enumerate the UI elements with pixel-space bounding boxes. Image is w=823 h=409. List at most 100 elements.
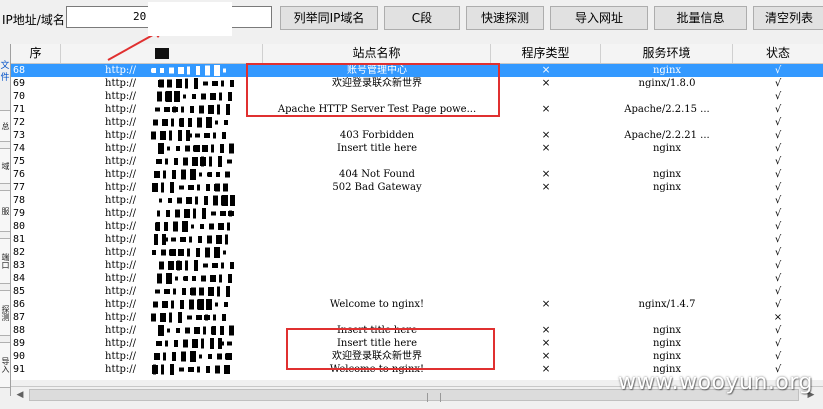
row-status: √ <box>774 65 782 76</box>
table-row[interactable]: 83 http://√ <box>11 259 823 272</box>
row-index: 83 <box>13 260 26 271</box>
row-site-name <box>263 246 491 259</box>
table-row[interactable]: 72 http://√ <box>11 116 823 129</box>
row-program-type <box>491 285 601 298</box>
row-site-name <box>263 90 491 103</box>
row-site-name <box>263 285 491 298</box>
row-site-name <box>263 272 491 285</box>
redacted-url-mask <box>149 233 235 246</box>
scrollbar-grip <box>427 393 441 402</box>
import-url-button[interactable]: 导入网址 <box>550 6 648 30</box>
row-program-type <box>491 311 601 324</box>
clear-list-button[interactable]: 清空列表 <box>753 6 823 30</box>
row-program-type <box>491 220 601 233</box>
row-program-type: × <box>541 181 551 193</box>
col-header-url[interactable] <box>61 44 263 63</box>
row-index: 77 <box>13 182 26 193</box>
table-row[interactable]: 76 http://404 Not Found × nginx √ <box>11 168 823 181</box>
redacted-url-mask <box>149 311 235 324</box>
file-icon[interactable]: 文 <box>0 60 10 72</box>
row-site-name: Insert title here <box>336 325 417 336</box>
side-tab-server[interactable]: 服 <box>0 190 10 232</box>
table-row[interactable]: 86 http://Welcome to nginx! × nginx/1.4.7 √ <box>11 298 823 311</box>
row-status: √ <box>774 182 782 193</box>
row-program-type: × <box>541 324 551 336</box>
c-segment-button[interactable]: C段 <box>384 6 460 30</box>
row-site-name <box>263 259 491 272</box>
row-index: 70 <box>13 91 26 102</box>
table-row[interactable]: 81 http://√ <box>11 233 823 246</box>
row-program-type <box>491 259 601 272</box>
side-tab-port[interactable]: 端口 <box>0 238 10 284</box>
table-row[interactable]: 71 http://Apache HTTP Server Test Page po… <box>11 103 823 116</box>
row-index: 71 <box>13 104 26 115</box>
row-server-env <box>601 233 733 246</box>
row-status: √ <box>774 338 782 349</box>
redacted-url-mask <box>149 298 235 311</box>
table-row[interactable]: 68 http://账号管理中心 × nginx √ <box>11 64 823 77</box>
table-row[interactable]: 77 http://502 Bad Gateway × nginx √ <box>11 181 823 194</box>
col-header-program-type[interactable]: 程序类型 <box>491 44 601 63</box>
row-index: 73 <box>13 130 26 141</box>
table-row[interactable]: 84 http://√ <box>11 272 823 285</box>
side-tab-probe[interactable]: 探测 <box>0 290 10 336</box>
row-site-name <box>263 155 491 168</box>
row-site-name: 账号管理中心 <box>347 65 407 76</box>
table-row[interactable]: 82 http://√ <box>11 246 823 259</box>
row-program-type: × <box>541 168 551 180</box>
row-program-type: × <box>541 363 551 375</box>
side-tab-overview[interactable]: 总 <box>0 110 10 142</box>
row-status: √ <box>774 273 782 284</box>
batch-info-button[interactable]: 批量信息 <box>654 6 747 30</box>
row-server-env <box>601 116 733 129</box>
row-site-name: Insert title here <box>336 338 417 349</box>
row-index: 88 <box>13 325 26 336</box>
table-row[interactable]: 78 http://√ <box>11 194 823 207</box>
table-row[interactable]: 88 http://Insert title here × nginx √ <box>11 324 823 337</box>
table-row[interactable]: 79 http://√ <box>11 207 823 220</box>
scroll-left-arrow-icon[interactable]: ◀ <box>12 388 28 403</box>
table-row[interactable]: 73 http://403 Forbidden × Apache/2.2.21 ...… <box>11 129 823 142</box>
redacted-url-mask <box>149 168 235 181</box>
folder-icon[interactable]: 件 <box>0 72 10 84</box>
row-server-env: Apache/2.2.21 ... <box>624 130 710 141</box>
row-index: 89 <box>13 338 26 349</box>
table-row[interactable]: 90 http://欢迎登录联众新世界 × nginx √ <box>11 350 823 363</box>
toolbar: IP地址/域名 20 列举同IP域名 C段 快速探测 导入网址 批量信息 清空列… <box>0 0 823 38</box>
quick-probe-button[interactable]: 快速探测 <box>466 6 544 30</box>
row-status: √ <box>774 286 782 297</box>
row-index: 72 <box>13 117 26 128</box>
col-header-index[interactable]: 序 <box>11 44 61 63</box>
side-tab-import[interactable]: 导入 <box>0 342 10 388</box>
table-row[interactable]: 75 http://√ <box>11 155 823 168</box>
row-status: √ <box>774 351 782 362</box>
col-header-site-name[interactable]: 站点名称 <box>263 44 491 63</box>
table-row[interactable]: 85 http://√ <box>11 285 823 298</box>
table-row[interactable]: 74 http://Insert title here × nginx √ <box>11 142 823 155</box>
row-server-env <box>601 246 733 259</box>
list-same-ip-domains-button[interactable]: 列举同IP域名 <box>280 6 378 30</box>
redacted-url-mask <box>149 324 235 337</box>
table-row[interactable]: 69 http://欢迎登录联众新世界 × nginx/1.8.0 √ <box>11 77 823 90</box>
row-site-name: 欢迎登录联众新世界 <box>332 78 422 89</box>
side-tab-domain[interactable]: 域 <box>0 148 10 184</box>
row-index: 90 <box>13 351 26 362</box>
row-site-name <box>263 311 491 324</box>
table-row[interactable]: 89 http://Insert title here × nginx √ <box>11 337 823 350</box>
redacted-url-mask <box>149 285 235 298</box>
col-header-server-env[interactable]: 服务环境 <box>601 44 733 63</box>
table-row[interactable]: 87 http://× <box>11 311 823 324</box>
row-server-env: nginx <box>652 169 682 180</box>
redacted-url-mask <box>149 142 235 155</box>
table-row[interactable]: 80 http://√ <box>11 220 823 233</box>
col-header-status[interactable]: 状态 <box>733 44 823 63</box>
redacted-url-mask <box>149 207 235 220</box>
row-server-env: nginx <box>652 338 682 349</box>
redacted-url-mask <box>149 194 236 207</box>
row-server-env: Apache/2.2.15 ... <box>624 104 710 115</box>
row-program-type <box>491 194 601 207</box>
row-index: 79 <box>13 208 26 219</box>
table-row[interactable]: 70 http://√ <box>11 90 823 103</box>
redacted-url-mask <box>149 246 235 259</box>
row-status: √ <box>774 247 782 258</box>
